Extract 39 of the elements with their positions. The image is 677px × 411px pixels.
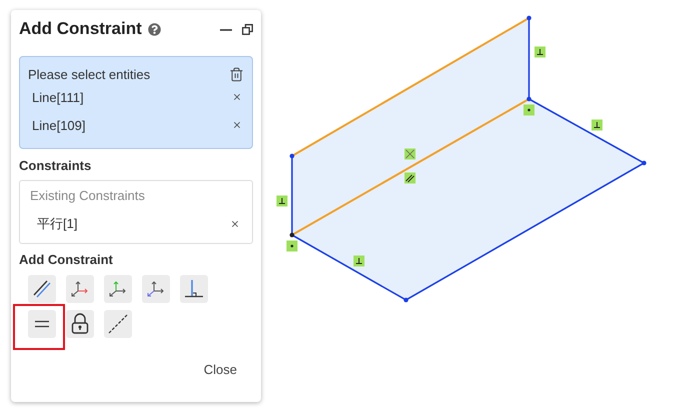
equal-icon: [34, 319, 50, 329]
constraint-tool-button[interactable]: [28, 310, 56, 338]
trash-icon[interactable]: [229, 66, 244, 82]
selected-entity[interactable]: Line[109]: [32, 118, 86, 132]
dashed-line-icon: [107, 313, 129, 335]
help-icon[interactable]: [148, 22, 161, 36]
perpendicular-icon: [592, 120, 602, 130]
perpendicular-icon: [276, 196, 288, 206]
parallel-icon: [404, 172, 416, 184]
selected-entity[interactable]: Line[111]: [32, 90, 84, 104]
section-heading: Add Constraint: [19, 252, 114, 267]
axes-icon: [146, 279, 166, 299]
constraint-tool-button[interactable]: [66, 275, 94, 303]
constraint-item[interactable]: 平行[1]: [37, 215, 78, 233]
intersection-icon: [404, 148, 416, 160]
selection-prompt: Please select entities: [28, 66, 150, 82]
parallel-lines-icon: [32, 279, 52, 299]
coincident-icon: [286, 240, 298, 252]
panel-title: Add Constraint: [19, 19, 142, 39]
constraint-tool-button[interactable]: [142, 275, 170, 303]
constraint-tool-button[interactable]: [28, 275, 56, 303]
lock-icon: [71, 313, 89, 335]
constraint-tool-button[interactable]: [66, 310, 94, 338]
perpendicular-icon: [534, 46, 546, 58]
axes-icon: [108, 279, 128, 299]
remove-icon[interactable]: [232, 120, 242, 130]
section-heading: Constraints: [19, 158, 92, 173]
constraint-tool-button[interactable]: [104, 275, 132, 303]
close-button[interactable]: Close: [202, 360, 239, 379]
axes-icon: [70, 279, 90, 299]
remove-icon[interactable]: [230, 219, 240, 229]
coincident-icon: [524, 104, 534, 116]
restore-icon[interactable]: [242, 24, 253, 34]
perpendicular-icon: [183, 278, 205, 300]
constraint-tool-button[interactable]: [104, 310, 132, 338]
list-title: Existing Constraints: [30, 188, 145, 202]
constraint-tool-button[interactable]: [180, 275, 208, 303]
perpendicular-icon: [354, 256, 364, 266]
remove-icon[interactable]: [232, 92, 242, 102]
